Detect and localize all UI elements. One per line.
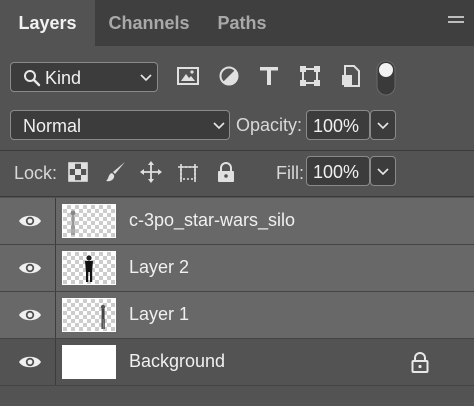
visibility-cell[interactable] <box>0 339 56 385</box>
opacity-label: Opacity: <box>236 115 303 135</box>
visibility-cell[interactable] <box>0 292 56 338</box>
layer-thumbnail <box>62 298 116 332</box>
layer-name[interactable]: Layer 2 <box>129 257 189 278</box>
shape-filter-icon[interactable] <box>298 64 322 88</box>
eye-icon[interactable] <box>18 212 42 230</box>
fill-dropdown-button[interactable] <box>370 156 396 186</box>
filter-toggle-icon[interactable] <box>376 60 396 96</box>
panel-menu-icon[interactable] <box>448 16 464 28</box>
image-filter-icon[interactable] <box>176 64 200 88</box>
opacity-input[interactable]: 100% <box>306 110 370 140</box>
eye-icon[interactable] <box>18 353 42 371</box>
lock-transparent-pixels-icon[interactable] <box>66 160 90 184</box>
smart-object-filter-icon[interactable] <box>339 64 363 88</box>
fill-input[interactable]: 100% <box>306 156 370 186</box>
opacity-value: 100% <box>313 116 360 136</box>
panel-tab-bar: Layers Channels Paths <box>0 0 474 46</box>
tab-channels[interactable]: Channels <box>95 0 203 46</box>
layer-row[interactable]: Background <box>0 339 474 385</box>
filter-kind-dropdown[interactable]: Kind <box>10 62 158 92</box>
layer-name[interactable]: Background <box>129 351 225 372</box>
fill-value: 100% <box>313 162 360 182</box>
blend-mode-dropdown[interactable]: Normal <box>10 110 230 140</box>
layer-row[interactable]: Layer 1 <box>0 292 474 338</box>
layer-name[interactable]: Layer 1 <box>129 304 189 325</box>
tab-paths[interactable]: Paths <box>203 0 281 46</box>
visibility-cell[interactable] <box>0 198 56 244</box>
lock-position-icon[interactable] <box>139 160 163 184</box>
chevron-down-icon <box>140 74 152 82</box>
adjustment-filter-icon[interactable] <box>217 64 241 88</box>
layer-thumbnail <box>62 345 116 379</box>
filter-kind-label: Kind <box>45 68 82 88</box>
lock-icon[interactable] <box>410 351 430 373</box>
figure-silhouette-icon <box>85 255 93 282</box>
divider <box>0 385 474 386</box>
layer-thumbnail <box>62 204 116 238</box>
eye-icon[interactable] <box>18 306 42 324</box>
layer-thumbnail <box>62 251 116 285</box>
tab-layers[interactable]: Layers <box>0 0 95 46</box>
figure-silhouette-icon <box>100 304 106 329</box>
visibility-cell[interactable] <box>0 245 56 291</box>
type-filter-icon[interactable] <box>257 64 281 88</box>
layer-row[interactable]: Layer 2 <box>0 245 474 291</box>
chevron-down-icon <box>377 122 389 130</box>
blend-mode-value: Normal <box>23 116 82 136</box>
lock-artboard-icon[interactable] <box>176 160 200 184</box>
figure-silhouette-icon <box>70 210 76 235</box>
layer-name[interactable]: c-3po_star-wars_silo <box>129 210 295 231</box>
fill-label: Fill: <box>276 163 304 183</box>
lock-all-icon[interactable] <box>214 160 238 184</box>
divider <box>0 196 474 197</box>
search-icon <box>24 70 41 87</box>
lock-image-pixels-icon[interactable] <box>104 160 128 184</box>
eye-icon[interactable] <box>18 259 42 277</box>
lock-label: Lock: <box>14 163 58 183</box>
layer-row[interactable]: c-3po_star-wars_silo <box>0 198 474 244</box>
opacity-dropdown-button[interactable] <box>370 110 396 140</box>
divider <box>0 150 474 151</box>
chevron-down-icon <box>377 168 389 176</box>
chevron-down-icon <box>213 122 225 130</box>
